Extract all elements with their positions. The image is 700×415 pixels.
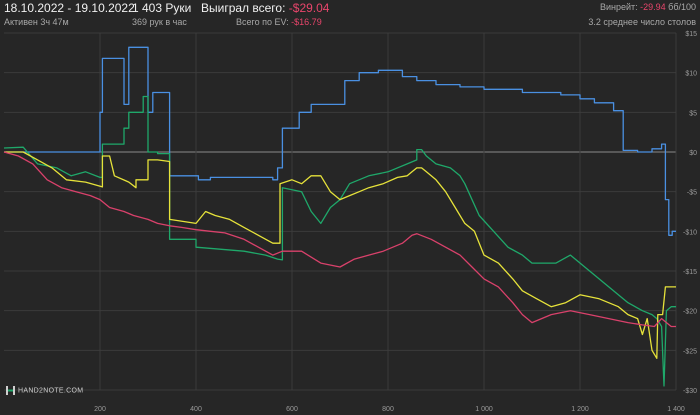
y-tick-label: $15 (685, 31, 697, 38)
chart-grid (4, 32, 677, 391)
x-tick-label: 1 000 (475, 406, 493, 413)
y-tick-label: -$5 (687, 190, 697, 197)
y-tick-label: -$30 (683, 388, 697, 395)
chart-series (3, 46, 676, 387)
hand2note-logo-icon (6, 386, 15, 395)
profit-graph: $15 $10 $5 $0 -$5 -$10 -$15 -$20 -$25 -$30 200 400 6… (3, 31, 697, 413)
x-tick-label: 400 (190, 406, 202, 413)
logo-text: HAND2NOTE.COM (18, 387, 84, 395)
y-tick-label: -$10 (683, 229, 697, 236)
y-tick-label: $5 (689, 110, 697, 117)
y-tick-label: -$15 (683, 269, 697, 276)
series-line-green (3, 95, 676, 387)
series-line-yellow (4, 151, 676, 359)
y-tick-label: $10 (685, 71, 697, 78)
x-tick-label: 1 400 (667, 406, 685, 413)
x-tick-label: 800 (382, 406, 394, 413)
y-tick-label: -$20 (683, 309, 697, 316)
series-line-blue (4, 46, 676, 236)
x-tick-label: 600 (286, 406, 298, 413)
y-tick-label: -$25 (683, 348, 697, 355)
x-tick-label: 1 200 (571, 406, 589, 413)
series-line-red (3, 151, 676, 328)
y-tick-label: $0 (689, 150, 697, 157)
hand2note-logo: HAND2NOTE.COM (6, 386, 83, 395)
x-tick-label: 200 (94, 406, 106, 413)
